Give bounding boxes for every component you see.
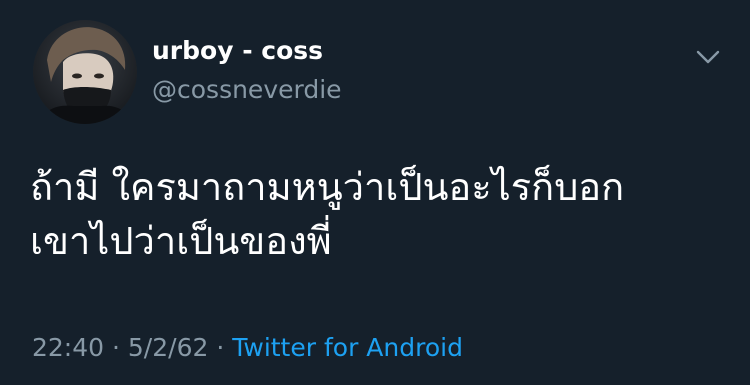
tweet-date[interactable]: 5/2/62 — [128, 333, 208, 362]
tweet-text: ถ้ามี ใครมาถามหนูว่าเป็นอะไรก็บอก เขาไปว… — [30, 160, 720, 268]
meta-separator: · — [112, 333, 120, 362]
avatar-image — [33, 20, 137, 124]
avatar[interactable] — [33, 20, 137, 124]
tweet-text-line: ถ้ามี ใครมาถามหนูว่าเป็นอะไรก็บอก — [30, 165, 625, 209]
tweet-card: urboy - coss @cossneverdie ถ้ามี ใครมาถา… — [0, 0, 750, 385]
tweet-time[interactable]: 22:40 — [32, 333, 104, 362]
meta-separator: · — [216, 333, 225, 362]
tweet-meta: 22:40 · 5/2/62 · Twitter for Android — [32, 332, 463, 364]
display-name[interactable]: urboy - coss — [152, 36, 323, 66]
tweet-source-link[interactable]: Twitter for Android — [232, 333, 463, 362]
tweet-text-line: เขาไปว่าเป็นของพี่ — [30, 219, 332, 263]
user-handle[interactable]: @cossneverdie — [152, 75, 342, 105]
chevron-down-icon[interactable] — [694, 46, 722, 68]
